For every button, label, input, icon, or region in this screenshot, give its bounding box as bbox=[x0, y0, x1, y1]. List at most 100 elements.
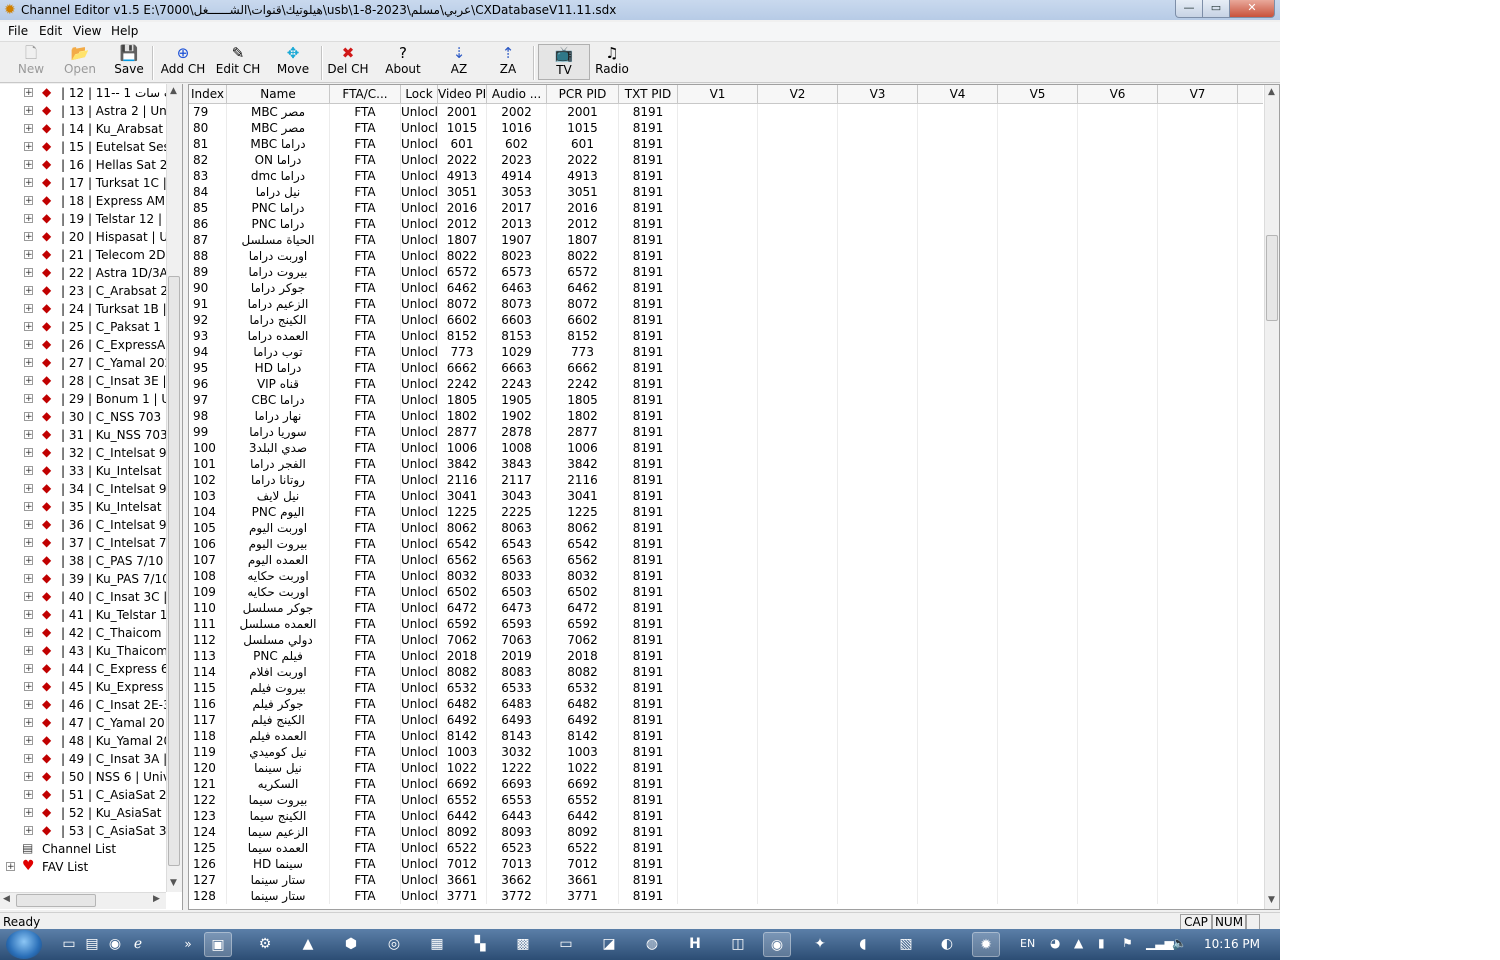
grid-scroll-up-arrow-icon[interactable]: ▲ bbox=[1268, 87, 1275, 97]
expand-plus-icon[interactable]: + bbox=[24, 466, 33, 476]
grid-scroll-thumb[interactable] bbox=[1266, 235, 1278, 321]
expand-plus-icon[interactable]: + bbox=[24, 790, 33, 800]
tree-vertical-scrollbar[interactable]: ▲ ▼ bbox=[166, 84, 182, 892]
language-indicator[interactable]: EN bbox=[1020, 937, 1035, 950]
table-row[interactable]: 89 بيروت دراما FTA Unlock 6572 6573 6572 8191 bbox=[189, 264, 1263, 280]
vlc-icon[interactable]: ▲ bbox=[294, 932, 322, 957]
table-row[interactable]: 90 جوكر دراما FTA Unlock 6462 6463 6462 8191 bbox=[189, 280, 1263, 296]
tree-satellite-node[interactable]: + ◆ | 24 | Turksat 1B | Ur bbox=[0, 300, 170, 318]
tree-satellite-node[interactable]: + ◆ | 14 | Ku_Arabsat 2B bbox=[0, 120, 170, 138]
menu-view[interactable]: View bbox=[73, 24, 101, 38]
table-row[interactable]: 80 مصر MBC FTA Unlock 1015 1016 1015 8191 bbox=[189, 120, 1263, 136]
folder-window-icon[interactable]: ▣ bbox=[204, 932, 232, 957]
satellite-tree[interactable]: + ◆ | 12 | 11-- عرب سات 1 + ◆ | 13 | Astra 2 … bbox=[0, 84, 183, 910]
expand-plus-icon[interactable]: + bbox=[24, 574, 33, 584]
channel-editor-task-icon[interactable]: ✹ bbox=[972, 932, 1000, 957]
expand-plus-icon[interactable]: + bbox=[24, 340, 33, 350]
expand-plus-icon[interactable]: + bbox=[24, 106, 33, 116]
expand-plus-icon[interactable]: + bbox=[24, 178, 33, 188]
tree-satellite-node[interactable]: + ◆ | 45 | Ku_Express 6A bbox=[0, 678, 170, 696]
tree-satellite-node[interactable]: + ◆ | 22 | Astra 1D/3A | U bbox=[0, 264, 170, 282]
table-row[interactable]: 84 نيل دراما FTA Unlock 3051 3053 3051 8191 bbox=[189, 184, 1263, 200]
tree-satellite-node[interactable]: + ◆ | 12 | 11-- عرب سات 1 bbox=[0, 84, 170, 102]
column-header[interactable]: Video PID bbox=[438, 85, 487, 103]
tree-satellite-node[interactable]: + ◆ | 34 | C_Intelsat 902 | bbox=[0, 480, 170, 498]
tree-satellite-node[interactable]: + ◆ | 31 | Ku_NSS 703 | U bbox=[0, 426, 170, 444]
tree-satellite-node[interactable]: + ◆ | 43 | Ku_Thaicom 2- bbox=[0, 642, 170, 660]
expand-plus-icon[interactable]: + bbox=[24, 484, 33, 494]
expand-plus-icon[interactable]: + bbox=[24, 304, 33, 314]
table-row[interactable]: 82 دراما ON FTA Unlock 2022 2023 2022 8191 bbox=[189, 152, 1263, 168]
expand-plus-icon[interactable]: + bbox=[24, 376, 33, 386]
minimize-button[interactable]: — bbox=[1175, 0, 1203, 18]
toolbar-az-button[interactable]: ⇣ AZ bbox=[433, 44, 485, 80]
table-row[interactable]: 112 دولي مسلسل FTA Unlock 7062 7063 7062 8191 bbox=[189, 632, 1263, 648]
toolbar-tv-button[interactable]: 📺 TV bbox=[538, 44, 590, 80]
app-icon-2[interactable]: ⚙ bbox=[251, 932, 279, 957]
maximize-button[interactable]: ▭ bbox=[1202, 0, 1230, 18]
column-header[interactable]: PCR PID bbox=[547, 85, 619, 103]
expand-plus-icon[interactable]: + bbox=[24, 502, 33, 512]
app-icon-9[interactable]: ▭ bbox=[552, 932, 580, 957]
table-row[interactable]: 96 قناه VIP FTA Unlock 2242 2243 2242 8191 bbox=[189, 376, 1263, 392]
table-row[interactable]: 81 دراما MBC FTA Unlock 601 602 601 8191 bbox=[189, 136, 1263, 152]
column-header[interactable]: Index bbox=[189, 85, 227, 103]
table-row[interactable]: 102 روتانا دراما FTA Unlock 2116 2117 2116 8191 bbox=[189, 472, 1263, 488]
column-header[interactable]: Name bbox=[227, 85, 330, 103]
table-row[interactable]: 125 العمده سيما FTA Unlock 6522 6523 6522 8191 bbox=[189, 840, 1263, 856]
table-row[interactable]: 95 دراما HD FTA Unlock 6662 6663 6662 8191 bbox=[189, 360, 1263, 376]
column-header[interactable]: V5 bbox=[998, 85, 1078, 103]
tray-vlc-icon[interactable]: ▲ bbox=[1074, 936, 1083, 950]
tree-hscroll-thumb[interactable] bbox=[16, 894, 96, 907]
tree-satellite-node[interactable]: + ◆ | 41 | Ku_Telstar 10 | bbox=[0, 606, 170, 624]
app-icon-11[interactable]: ◍ bbox=[638, 932, 666, 957]
tree-satellite-node[interactable]: + ◆ | 26 | C_ExpressA1R- bbox=[0, 336, 170, 354]
expand-plus-icon[interactable]: + bbox=[24, 286, 33, 296]
column-header[interactable]: V4 bbox=[918, 85, 998, 103]
scroll-left-arrow-icon[interactable]: ◀ bbox=[3, 894, 10, 904]
table-row[interactable]: 87 الحياة مسلسل FTA Unlock 1807 1907 1807 8191 bbox=[189, 232, 1263, 248]
table-row[interactable]: 97 دراما CBC FTA Unlock 1805 1905 1805 8191 bbox=[189, 392, 1263, 408]
expand-plus-icon[interactable]: + bbox=[6, 862, 15, 872]
table-row[interactable]: 118 العمده فيلم FTA Unlock 8142 8143 8142 8191 bbox=[189, 728, 1263, 744]
close-button[interactable]: ✕ bbox=[1229, 0, 1275, 18]
tree-satellite-node[interactable]: + ◆ | 46 | C_Insat 2E-3B | bbox=[0, 696, 170, 714]
tree-satellite-node[interactable]: + ◆ | 53 | C_AsiaSat 3S | bbox=[0, 822, 170, 840]
table-row[interactable]: 100 صدي البلد3 FTA Unlock 1006 1008 1006 8191 bbox=[189, 440, 1263, 456]
tree-satellite-node[interactable]: + ◆ | 29 | Bonum 1 | Univ bbox=[0, 390, 170, 408]
expand-plus-icon[interactable]: + bbox=[24, 448, 33, 458]
expand-plus-icon[interactable]: + bbox=[24, 124, 33, 134]
expand-plus-icon[interactable]: + bbox=[24, 664, 33, 674]
table-row[interactable]: 122 بيروت سيما FTA Unlock 6552 6553 6552 8191 bbox=[189, 792, 1263, 808]
expand-plus-icon[interactable]: + bbox=[24, 88, 33, 98]
toolbar-add-ch-button[interactable]: ⊕ Add CH bbox=[157, 44, 209, 80]
tray-network-icon[interactable]: ▁▃▅ bbox=[1146, 936, 1174, 950]
toolbar-del-ch-button[interactable]: ✖ Del CH bbox=[322, 44, 374, 80]
expand-plus-icon[interactable]: + bbox=[24, 538, 33, 548]
start-button[interactable] bbox=[6, 930, 42, 959]
table-row[interactable]: 94 توب دراما FTA Unlock 773 1029 773 8191 bbox=[189, 344, 1263, 360]
column-header[interactable]: TXT PID bbox=[619, 85, 678, 103]
table-row[interactable]: 83 دراما dmc FTA Unlock 4913 4914 4913 8191 bbox=[189, 168, 1263, 184]
menu-file[interactable]: File bbox=[8, 24, 28, 38]
column-header[interactable]: Audio ... bbox=[487, 85, 547, 103]
table-row[interactable]: 116 جوكر فيلم FTA Unlock 6482 6483 6482 8191 bbox=[189, 696, 1263, 712]
grid-vertical-scrollbar[interactable]: ▲ ▼ bbox=[1264, 85, 1279, 909]
tree-satellite-node[interactable]: + ◆ | 52 | Ku_AsiaSat 2 | bbox=[0, 804, 170, 822]
column-header[interactable]: V3 bbox=[838, 85, 918, 103]
internet-explorer-icon[interactable]: ℯ bbox=[124, 932, 152, 957]
table-row[interactable]: 92 الكينج دراما FTA Unlock 6602 6603 6602 8191 bbox=[189, 312, 1263, 328]
table-row[interactable]: 109 اوربت حكايه FTA Unlock 6502 6503 6502 8191 bbox=[189, 584, 1263, 600]
table-row[interactable]: 93 العمده دراما FTA Unlock 8152 8153 8152 8191 bbox=[189, 328, 1263, 344]
tree-fav-list-node[interactable]: + ♥ FAV List bbox=[0, 858, 170, 876]
expand-plus-icon[interactable]: + bbox=[24, 736, 33, 746]
tree-satellite-node[interactable]: + ◆ | 39 | Ku_PAS 7/10 | U bbox=[0, 570, 170, 588]
channel-grid[interactable]: IndexNameFTA/C...LockVideo PIDAudio ...P… bbox=[188, 84, 1280, 910]
tree-satellite-node[interactable]: + ◆ | 35 | Ku_Intelsat 902 bbox=[0, 498, 170, 516]
table-row[interactable]: 101 الفجر دراما FTA Unlock 3842 3843 3842 8191 bbox=[189, 456, 1263, 472]
app-icon-5[interactable]: ◎ bbox=[380, 932, 408, 957]
toolbar-move-button[interactable]: ✥ Move bbox=[267, 44, 319, 80]
expand-plus-icon[interactable]: + bbox=[24, 268, 33, 278]
tree-satellite-node[interactable]: + ◆ | 44 | C_Express 6A | bbox=[0, 660, 170, 678]
expand-plus-icon[interactable]: + bbox=[24, 196, 33, 206]
